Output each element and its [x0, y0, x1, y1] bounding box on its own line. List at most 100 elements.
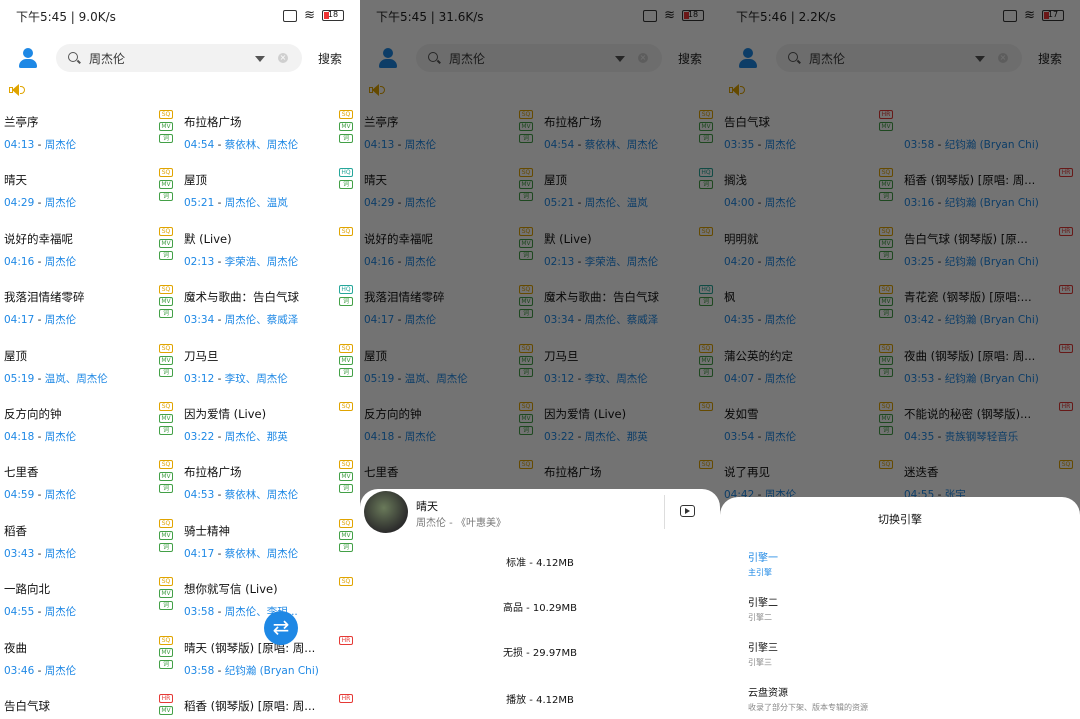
song-artist[interactable]: 周杰伦: [45, 606, 77, 618]
swap-arrows-icon[interactable]: ⇄: [264, 611, 298, 645]
meta-separator: -: [34, 431, 45, 443]
sq-badge: SQ: [159, 635, 173, 645]
song-item[interactable]: 魔术与歌曲：告白气球 03:34 - 周杰伦、蔡威泽 HQ 词: [180, 279, 360, 337]
song-duration: 03:12: [184, 372, 215, 385]
song-item[interactable]: 晴天 04:29 - 周杰伦 SQ MV 词: [0, 162, 180, 220]
status-time-speed: 下午5:45 | 9.0K/s: [16, 10, 116, 24]
engine-name: 引擎三: [748, 643, 778, 654]
quality-badges: SQ MV 词: [159, 577, 174, 613]
song-title: 说好的幸福呢: [4, 231, 73, 246]
song-duration: 04:16: [4, 255, 35, 268]
song-artist[interactable]: 蔡依林、周杰伦: [225, 548, 299, 560]
song-item[interactable]: 稻香 03:43 - 周杰伦 SQ MV 词: [0, 513, 180, 571]
song-item[interactable]: 说好的幸福呢 04:16 - 周杰伦 SQ MV 词: [0, 221, 180, 279]
song-artist[interactable]: 周杰伦: [45, 489, 77, 501]
engine-option[interactable]: 引擎三 引擎三: [748, 639, 778, 668]
engine-sheet: 切换引擎 引擎一 主引擎 引擎二 引擎二 引擎三 引擎三 云盘资源 收录了部分下架、版本专辑的资…: [720, 497, 1080, 719]
quality-option[interactable]: 高品 - 10.29MB: [360, 599, 720, 614]
song-item[interactable]: 因为爱情 (Live) 03:22 - 周杰伦、那英 SQ: [180, 396, 360, 454]
search-button[interactable]: 搜索: [318, 50, 342, 67]
song-duration: 04:54: [184, 139, 215, 151]
lyric-badge: 词: [339, 542, 353, 552]
screen-quality-picker: 下午5:45 | 31.6K/s≋18周杰伦×搜索兰亭序04:13 - 周杰伦S…: [360, 0, 720, 719]
quality-option[interactable]: 标准 - 4.12MB: [360, 554, 720, 569]
song-artist[interactable]: 蔡依林、周杰伦: [225, 139, 299, 151]
now-playing-title: 晴天: [416, 500, 438, 513]
mv-badge: MV: [159, 355, 173, 365]
song-artist[interactable]: 温岚、周杰伦: [45, 373, 108, 385]
lyric-badge: 词: [339, 297, 353, 307]
engine-option[interactable]: 引擎二 引擎二: [748, 594, 778, 623]
song-item[interactable]: 夜曲 03:46 - 周杰伦 SQ MV 词: [0, 630, 180, 688]
song-artist[interactable]: 周杰伦、那英: [225, 431, 288, 443]
clear-icon[interactable]: ×: [278, 53, 288, 63]
song-item[interactable]: 屋顶 05:21 - 周杰伦、温岚 HQ 词: [180, 162, 360, 220]
song-artist[interactable]: 李玟、周杰伦: [225, 373, 288, 385]
song-title: 想你就写信 (Live): [184, 582, 278, 597]
song-title: 反方向的钟: [4, 407, 62, 421]
quality-option[interactable]: 无损 - 29.97MB: [360, 644, 720, 659]
engine-option[interactable]: 云盘资源 收录了部分下架、版本专辑的资源: [748, 684, 868, 713]
song-item[interactable]: 骑士精神 04:17 - 蔡依林、周杰伦 SQ MV 词: [180, 513, 360, 571]
engine-option[interactable]: 引擎一 主引擎: [748, 549, 778, 578]
song-item[interactable]: 我落泪情绪零碎 04:17 - 周杰伦 SQ MV 词: [0, 279, 180, 337]
song-item[interactable]: 兰亭序 04:13 - 周杰伦 SQ MV 词: [0, 104, 180, 162]
song-artist[interactable]: 蔡依林、周杰伦: [225, 489, 299, 501]
lyric-badge: 词: [159, 484, 173, 494]
play-video-icon[interactable]: [680, 505, 695, 517]
speaker-icon[interactable]: [9, 83, 25, 97]
song-artist[interactable]: 周杰伦、温岚: [225, 197, 288, 209]
song-item[interactable]: 布拉格广场 04:53 - 蔡依林、周杰伦 SQ MV 词: [180, 454, 360, 512]
quality-option[interactable]: 播放 - 4.12MB: [360, 691, 720, 706]
battery-icon: 18: [322, 10, 344, 21]
song-artist[interactable]: 周杰伦: [45, 314, 77, 326]
song-artist[interactable]: 纪钧瀚 (Bryan Chi): [225, 665, 319, 677]
mv-badge: MV: [159, 238, 173, 248]
quality-badges: SQ MV 词: [339, 518, 354, 555]
quality-badges: SQ: [339, 226, 354, 239]
chevron-down-icon[interactable]: [255, 56, 265, 62]
song-title: 屋顶: [4, 348, 27, 363]
song-item[interactable]: 布拉格广场 04:54 - 蔡依林、周杰伦 SQ MV 词: [180, 104, 360, 162]
speaker-cone: [12, 84, 19, 96]
song-meta: 05:19 - 温岚、周杰伦: [4, 371, 154, 386]
quality-badges: SQ MV 词: [159, 518, 174, 555]
quality-badges: HR: [339, 635, 354, 648]
sq-badge: SQ: [339, 110, 353, 119]
song-artist[interactable]: 周杰伦: [45, 665, 77, 677]
screen-engine-switcher: 下午5:46 | 2.2K/s≋17周杰伦×搜索告白气球03:35 - 周杰伦H…: [720, 0, 1080, 719]
search-input[interactable]: 周杰伦 ×: [56, 44, 302, 72]
lyric-badge: 词: [339, 180, 353, 190]
lyric-badge: 词: [159, 659, 173, 669]
song-artist[interactable]: 李荣浩、周杰伦: [225, 256, 299, 268]
meta-separator: -: [214, 547, 225, 560]
song-artist[interactable]: 周杰伦: [45, 139, 77, 151]
song-item[interactable]: 反方向的钟 04:18 - 周杰伦 SQ MV 词: [0, 396, 180, 454]
song-item[interactable]: 一路向北 04:55 - 周杰伦 SQ MV 词: [0, 571, 180, 629]
song-item[interactable]: 默 (Live) 02:13 - 李荣浩、周杰伦 SQ: [180, 221, 360, 279]
mv-badge: MV: [159, 706, 173, 715]
song-meta: 04:59 - 周杰伦: [4, 487, 154, 502]
song-title: 兰亭序: [4, 115, 39, 129]
song-item[interactable]: 七里香 04:59 - 周杰伦 SQ MV 词: [0, 454, 180, 512]
lyric-badge: 词: [159, 542, 173, 552]
song-item[interactable]: 告白气球 HR MV: [0, 688, 180, 719]
mv-badge: MV: [159, 180, 173, 190]
song-meta: 03:12 - 李玟、周杰伦: [184, 371, 334, 386]
song-artist[interactable]: 周杰伦: [45, 548, 77, 560]
quality-badges: SQ: [339, 577, 354, 589]
song-item[interactable]: 屋顶 05:19 - 温岚、周杰伦 SQ MV 词: [0, 338, 180, 396]
song-item[interactable]: 稻香 (钢琴版) [原唱: 周... HR: [180, 688, 360, 719]
song-artist[interactable]: 周杰伦: [45, 197, 77, 209]
avatar-head: [23, 48, 33, 58]
song-meta: 04:16 - 周杰伦: [4, 254, 154, 269]
song-artist[interactable]: 周杰伦: [45, 431, 77, 443]
song-title: 晴天 (钢琴版) [原唱: 周...: [184, 640, 316, 655]
song-meta: 03:34 - 周杰伦、蔡威泽: [184, 312, 334, 327]
song-artist[interactable]: 周杰伦: [45, 256, 77, 268]
meta-separator: -: [34, 197, 45, 210]
quality-badges: SQ MV 词: [339, 110, 354, 146]
song-artist[interactable]: 周杰伦、蔡威泽: [225, 314, 299, 326]
song-item[interactable]: 刀马旦 03:12 - 李玟、周杰伦 SQ MV 词: [180, 338, 360, 396]
user-icon[interactable]: [18, 48, 38, 68]
